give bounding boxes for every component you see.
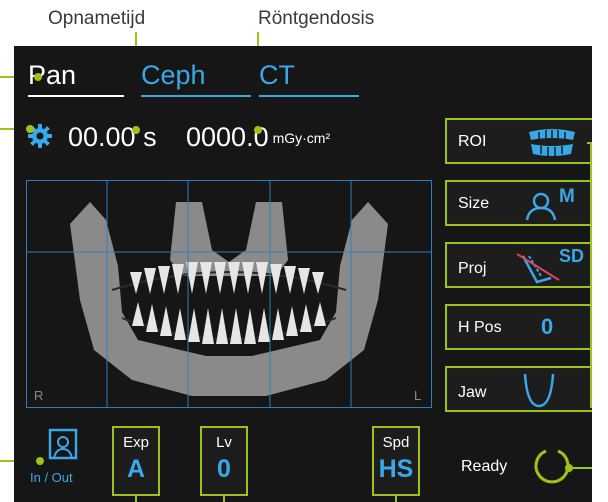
exp-button[interactable]: Exp A [112, 426, 160, 496]
control-panel-screen: Pan Ceph CT 00.00 s 0000.0 mGy·cm² R L R… [14, 46, 592, 502]
hpos-button[interactable]: H Pos 0 [445, 304, 592, 350]
lv-button[interactable]: Lv 0 [200, 426, 248, 496]
spd-button[interactable]: Spd HS [372, 426, 420, 496]
size-button[interactable]: Size M [445, 180, 592, 226]
lv-value: 0 [217, 455, 231, 483]
roi-label: ROI [458, 133, 487, 150]
tab-ceph-label: Ceph [141, 60, 206, 90]
leader-dot-tabs [34, 73, 42, 81]
roi-button[interactable]: ROI [445, 118, 592, 164]
spd-label: Spd [382, 434, 410, 451]
exposure-time-readout: 00.00 s [68, 122, 157, 152]
size-value: M [559, 186, 575, 207]
callout-dose: Röntgendosis [258, 8, 375, 29]
callout-exposure-time: Opnametijd [48, 8, 146, 29]
ready-status-label: Ready [461, 458, 508, 475]
leader-line-spd [395, 496, 397, 502]
tab-pan[interactable]: Pan [28, 60, 124, 97]
leader-line-ready [570, 467, 592, 469]
leader-dot-dose [254, 126, 262, 134]
leader-line-exp [135, 496, 137, 502]
jaw-curve-icon [523, 373, 555, 408]
exp-label: Exp [123, 434, 149, 451]
dose-unit: mGy·cm² [272, 130, 331, 146]
jaw-label: Jaw [458, 384, 487, 401]
leader-dot-inout [36, 457, 44, 465]
leader-dot-ready [565, 464, 573, 472]
spd-value: HS [378, 455, 414, 483]
patient-size-icon [525, 192, 557, 221]
proj-button[interactable]: Proj SD [445, 242, 592, 288]
proj-value: SD [559, 246, 585, 266]
hpos-value: 0 [541, 314, 554, 339]
lv-label: Lv [216, 434, 232, 451]
leader-dot-time [132, 126, 140, 134]
tab-ct[interactable]: CT [259, 60, 359, 97]
tab-ct-label: CT [259, 60, 295, 90]
hpos-label: H Pos [458, 319, 502, 336]
leader-line-lv [223, 496, 225, 502]
exp-value: A [126, 455, 146, 483]
jaw-button[interactable]: Jaw [445, 366, 592, 412]
leader-dot-settings [26, 125, 34, 133]
size-label: Size [458, 195, 490, 212]
panoramic-preview: R L [26, 180, 432, 408]
inout-label: In / Out [30, 470, 73, 485]
preview-right-marker: L [414, 388, 421, 403]
leader-line-side-buttons [590, 142, 592, 408]
tab-ceph[interactable]: Ceph [141, 60, 251, 97]
dental-arch-icon [529, 129, 575, 156]
inout-icon [48, 428, 78, 460]
preview-left-marker: R [34, 388, 43, 403]
proj-label: Proj [458, 260, 487, 277]
